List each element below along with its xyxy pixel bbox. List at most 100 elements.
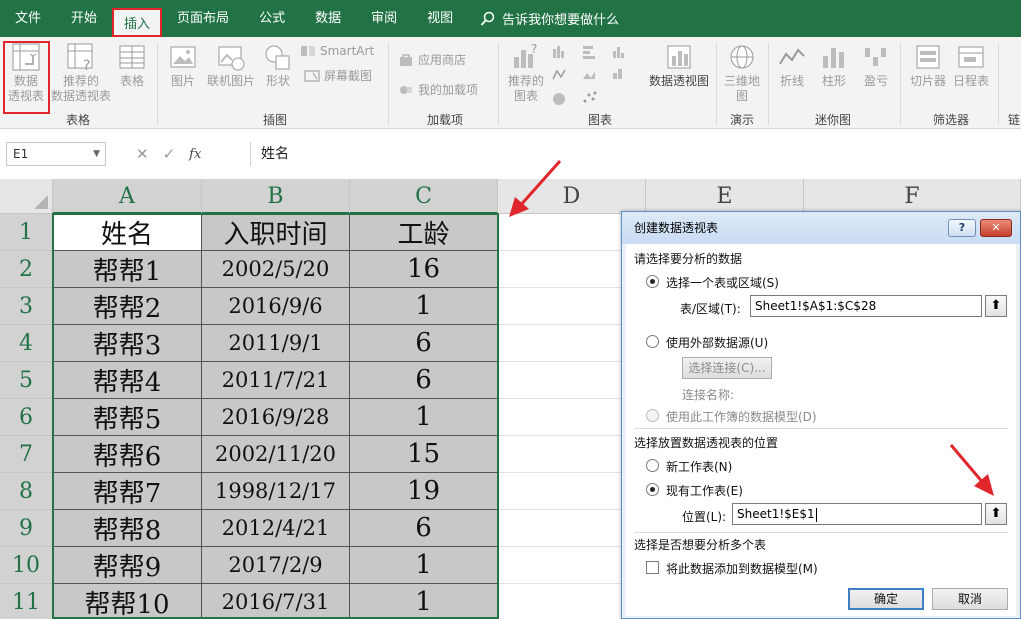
location-collapse-button[interactable]: ⬆ [985, 503, 1007, 525]
section-location-heading: 选择放置数据透视表的位置 [634, 436, 779, 450]
row-header[interactable]: 3 [0, 288, 53, 325]
radio-existing-sheet[interactable] [646, 483, 659, 496]
pivot-chart-label: 数据透视图 [648, 74, 709, 88]
row-header[interactable]: 5 [0, 362, 53, 399]
column-header-d[interactable]: D [498, 179, 646, 214]
smartart-icon [301, 46, 315, 56]
pivot-highlight-box [3, 41, 50, 114]
radio-data-model[interactable] [646, 409, 659, 422]
sparkline-line-label: 折线 [779, 74, 804, 88]
tab-home[interactable]: 开始 [56, 0, 112, 37]
row-header[interactable]: 9 [0, 510, 53, 547]
chart-type-gallery[interactable] [551, 43, 641, 109]
tab-file[interactable]: 文件 [0, 0, 56, 37]
my-addins-button[interactable]: 我的加载项 [398, 81, 478, 98]
column-header-e[interactable]: E [646, 179, 804, 214]
ok-button[interactable]: 确定 [848, 588, 924, 610]
add-to-model-checkbox[interactable] [646, 561, 659, 574]
store-icon [400, 54, 412, 66]
cancel-icon[interactable]: ✕ [136, 145, 149, 163]
row-header[interactable]: 11 [0, 584, 53, 619]
radio-external-source-label[interactable]: 使用外部数据源(U) [666, 334, 768, 351]
insert-function-icon[interactable]: fx [189, 147, 201, 162]
group-tours-label: 演示 [729, 113, 754, 127]
group-illustrations-label: 插图 [262, 113, 287, 127]
divider [634, 532, 1008, 533]
store-button[interactable]: 应用商店 [398, 51, 466, 68]
connection-name-label: 连接名称: [682, 388, 735, 402]
table-button[interactable]: 表格 [114, 42, 150, 89]
tell-me-box[interactable]: 告诉我你想要做什么 [468, 9, 619, 28]
location-input[interactable]: Sheet1!$E$1 [732, 503, 982, 525]
range-collapse-button[interactable]: ⬆ [985, 295, 1007, 317]
group-links-label: 链 [1007, 113, 1020, 127]
row-header[interactable]: 7 [0, 436, 53, 473]
column-header-c[interactable]: C [350, 179, 498, 214]
online-picture-icon [218, 46, 245, 71]
add-to-model-label[interactable]: 将此数据添加到数据模型(M) [666, 560, 818, 577]
row-header[interactable]: 8 [0, 473, 53, 510]
timeline-button[interactable]: 日程表 [950, 42, 992, 89]
divider [634, 428, 1008, 429]
formula-input[interactable]: 姓名 [250, 142, 1021, 166]
radio-data-model-label[interactable]: 使用此工作簿的数据模型(D) [666, 408, 817, 425]
row-header[interactable]: 6 [0, 399, 53, 436]
selected-range-border [52, 213, 499, 619]
column-header-b[interactable]: B [202, 179, 350, 214]
name-box[interactable]: E1 ▼ [6, 142, 106, 166]
radio-existing-sheet-label[interactable]: 现有工作表(E) [666, 482, 743, 499]
radio-select-range-label[interactable]: 选择一个表或区域(S) [666, 274, 779, 291]
timeline-label: 日程表 [952, 74, 989, 88]
choose-connection-button[interactable]: 选择连接(C)... [682, 357, 772, 379]
row-header[interactable]: 10 [0, 547, 53, 584]
help-button[interactable]: ? [948, 219, 976, 237]
screenshot-label: 屏幕截图 [324, 69, 373, 83]
tab-data[interactable]: 数据 [300, 0, 356, 37]
range-input[interactable]: Sheet1!$A$1:$C$28 [750, 295, 982, 317]
pivot-chart-button[interactable]: 数据透视图 [646, 42, 712, 89]
recommended-charts-icon: ? [514, 42, 537, 68]
confirm-icon[interactable]: ✓ [163, 145, 176, 163]
section-multi-heading: 选择是否想要分析多个表 [634, 538, 767, 552]
cancel-button[interactable]: 取消 [932, 588, 1008, 610]
select-all-button[interactable] [0, 179, 53, 214]
recommended-charts-button[interactable]: ? 推荐的 图表 [504, 42, 548, 104]
row-header[interactable]: 1 [0, 214, 53, 251]
win-loss-icon [865, 48, 886, 66]
screenshot-button[interactable]: 屏幕截图 [304, 67, 372, 84]
recommended-pivot-button[interactable]: ? 推荐的 数据透视表 [50, 42, 112, 104]
formula-bar: E1 ▼ ✕ ✓ fx 姓名 [0, 137, 1021, 171]
lightbulb-search-icon [480, 11, 495, 26]
row-header[interactable]: 4 [0, 325, 53, 362]
picture-button[interactable]: 图片 [166, 42, 200, 89]
group-sparklines-label: 迷你图 [814, 113, 851, 127]
sparkline-column-label: 柱形 [821, 74, 846, 88]
ribbon-insert: 数据 透视表 ? 推荐的 数据透视表 表格 表格 图片 联机图片 形状 Smar… [0, 37, 1021, 129]
sparkline-column-button[interactable]: 柱形 [816, 42, 852, 89]
tab-view[interactable]: 视图 [412, 0, 468, 37]
shapes-icon [265, 45, 290, 70]
group-filters-label: 筛选器 [932, 113, 969, 127]
tab-page-layout[interactable]: 页面布局 [162, 0, 244, 37]
ribbon-separator [998, 43, 999, 125]
close-button[interactable]: ✕ [980, 219, 1012, 237]
column-header-f[interactable]: F [804, 179, 1021, 214]
radio-select-range[interactable] [646, 275, 659, 288]
ribbon-separator [900, 43, 901, 125]
smartart-button[interactable]: SmartArt [300, 43, 374, 59]
radio-external-source[interactable] [646, 335, 659, 348]
sparkline-line-button[interactable]: 折线 [774, 42, 810, 89]
shapes-button[interactable]: 形状 [262, 42, 294, 89]
sparkline-winloss-button[interactable]: 盈亏 [858, 42, 894, 89]
radio-new-sheet-label[interactable]: 新工作表(N) [666, 458, 732, 475]
row-header[interactable]: 2 [0, 251, 53, 288]
slicer-button[interactable]: 切片器 [906, 42, 950, 89]
column-header-a[interactable]: A [53, 179, 202, 214]
tab-review[interactable]: 审阅 [356, 0, 412, 37]
3d-map-button[interactable]: 三维地 图 [722, 42, 762, 104]
tab-formulas[interactable]: 公式 [244, 0, 300, 37]
online-picture-button[interactable]: 联机图片 [204, 42, 258, 89]
radio-new-sheet[interactable] [646, 459, 659, 472]
chevron-down-icon[interactable]: ▼ [93, 143, 100, 165]
tab-insert[interactable]: 插入 [112, 8, 163, 37]
